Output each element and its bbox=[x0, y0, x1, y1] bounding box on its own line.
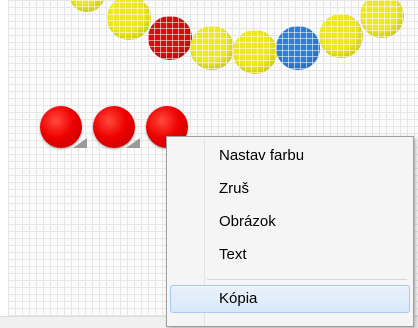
menu-separator bbox=[207, 279, 407, 280]
bead-blue[interactable] bbox=[276, 26, 320, 70]
menu-item-image[interactable]: Obrázok bbox=[170, 208, 410, 236]
menu-item-text[interactable]: Text bbox=[170, 241, 410, 269]
bead-yellow-5[interactable] bbox=[319, 14, 363, 58]
left-edge bbox=[0, 0, 8, 316]
bead-yellow-3[interactable] bbox=[190, 26, 234, 70]
bead-yellow-4[interactable] bbox=[233, 30, 277, 74]
bead-yellow-6[interactable] bbox=[360, 0, 404, 38]
bead-yellow-2[interactable] bbox=[107, 0, 151, 40]
menu-item-cancel[interactable]: Zruš bbox=[170, 175, 410, 203]
bead-yellow-1[interactable] bbox=[70, 0, 104, 12]
bead-red[interactable] bbox=[148, 16, 192, 60]
red-ball-1[interactable] bbox=[40, 106, 82, 148]
red-ball-2[interactable] bbox=[93, 106, 135, 148]
menu-item-set-color[interactable]: Nastav farbu bbox=[170, 142, 410, 170]
menu-item-copy[interactable]: Kópia bbox=[170, 285, 410, 313]
context-menu: Nastav farbu Zruš Obrázok Text Kópia bbox=[166, 136, 414, 327]
